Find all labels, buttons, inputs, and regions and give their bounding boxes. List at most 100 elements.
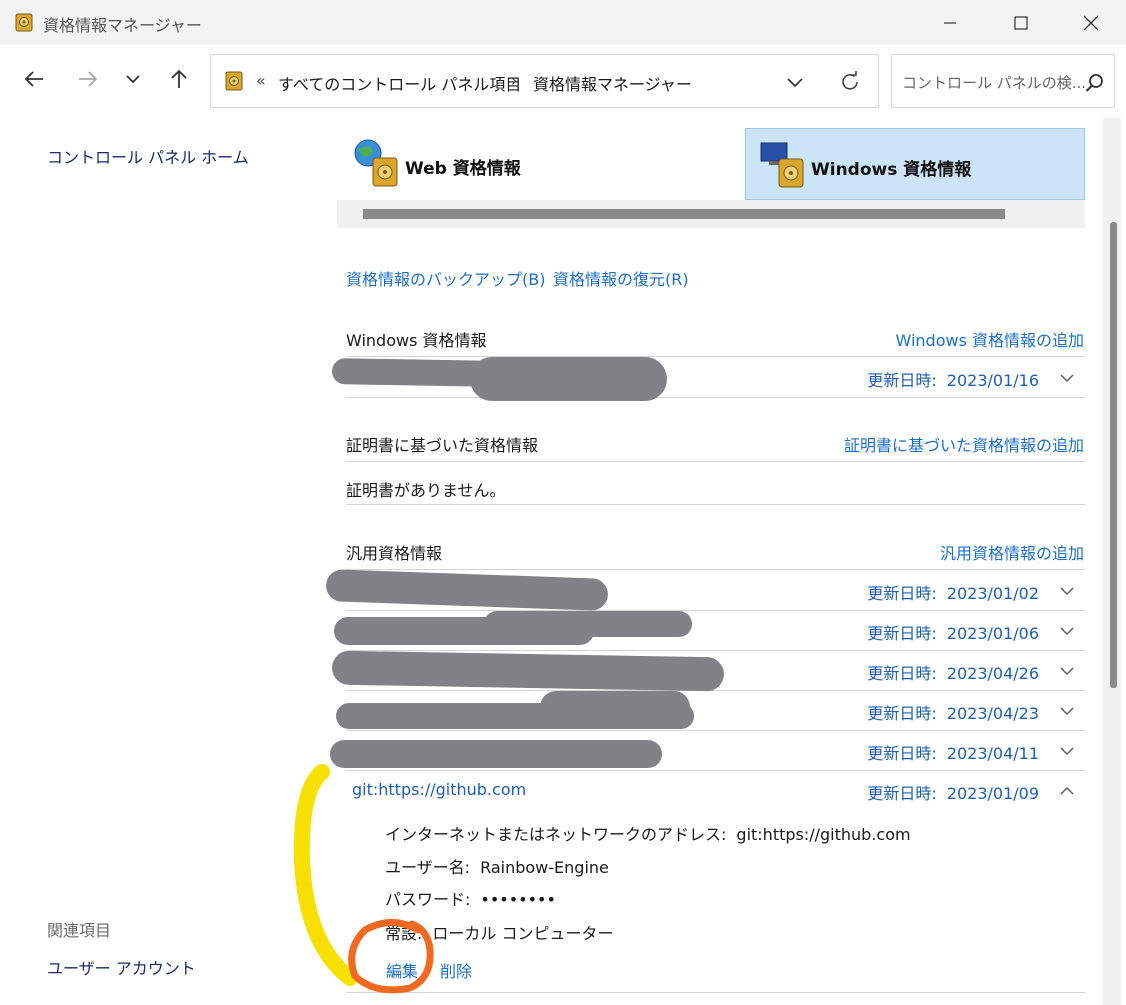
credential-row-github-expanded[interactable]: git:https://github.com 更新日時: 2023/01/09 bbox=[346, 771, 1085, 811]
related-items-heading: 関連項目 bbox=[47, 921, 112, 940]
detail-address: インターネットまたはネットワークのアドレス: git:https://github… bbox=[385, 821, 911, 845]
updated-label: 更新日時: bbox=[867, 624, 937, 643]
detail-persistence: 常設: ローカル コンピューター bbox=[385, 920, 614, 944]
updated-label: 更新日時: bbox=[867, 371, 937, 390]
updated-label: 更新日時: bbox=[867, 584, 937, 603]
restore-credentials-link[interactable]: 資格情報の復元(R) bbox=[553, 266, 689, 290]
divider bbox=[346, 504, 1085, 505]
windows-credential-icon bbox=[760, 142, 804, 188]
arrow-up-icon bbox=[171, 69, 187, 88]
minimize-button[interactable] bbox=[915, 0, 985, 45]
divider bbox=[346, 461, 1085, 462]
arrow-right-icon bbox=[79, 71, 98, 87]
back-button[interactable] bbox=[18, 63, 50, 95]
yellow-highlight-bracket bbox=[293, 764, 358, 986]
updated-date: 2023/04/11 bbox=[946, 744, 1039, 763]
search-icon[interactable] bbox=[1085, 73, 1105, 93]
updated-date: 2023/01/16 bbox=[946, 371, 1039, 390]
recent-locations-button[interactable] bbox=[117, 63, 149, 95]
updated-date: 2023/01/02 bbox=[946, 584, 1039, 603]
chevron-up-icon[interactable] bbox=[1059, 783, 1075, 799]
tab-web-credentials-label: Web 資格情報 bbox=[405, 159, 521, 179]
certificate-credentials-heading: 証明書に基づいた資格情報 bbox=[346, 436, 539, 455]
backup-credentials-link[interactable]: 資格情報のバックアップ(B) bbox=[346, 266, 545, 290]
chevron-down-icon[interactable] bbox=[1059, 583, 1075, 599]
tab-web-credentials[interactable]: Web 資格情報 bbox=[337, 128, 742, 200]
close-icon bbox=[1083, 15, 1099, 30]
credential-updated: 更新日時: 2023/04/23 bbox=[867, 700, 1039, 724]
detail-password-value: •••••••• bbox=[480, 890, 556, 909]
breadcrumb-credential-manager[interactable]: 資格情報マネージャー bbox=[533, 71, 692, 95]
updated-date: 2023/04/23 bbox=[946, 704, 1039, 723]
divider bbox=[346, 569, 1085, 570]
redaction-mark bbox=[484, 611, 692, 637]
credential-vault-icon bbox=[225, 71, 243, 91]
redaction-mark bbox=[470, 357, 667, 401]
detail-password-label: パスワード: bbox=[385, 890, 471, 909]
updated-label: 更新日時: bbox=[867, 744, 937, 763]
updated-label: 更新日時: bbox=[867, 704, 937, 723]
credential-updated: 更新日時: 2023/04/11 bbox=[867, 740, 1039, 764]
minimize-icon bbox=[944, 21, 956, 24]
breadcrumb-overflow[interactable]: « bbox=[256, 71, 266, 90]
forward-button[interactable] bbox=[72, 63, 104, 95]
search-placeholder: コントロール パネルの検... bbox=[902, 74, 1087, 92]
scrollbar-thumb[interactable] bbox=[1110, 222, 1117, 688]
maximize-button[interactable] bbox=[986, 0, 1056, 45]
detail-password: パスワード: •••••••• bbox=[385, 886, 556, 910]
chevron-down-icon[interactable] bbox=[1059, 663, 1075, 679]
detail-username-value: Rainbow-Engine bbox=[480, 858, 609, 877]
credential-name: git:https://github.com bbox=[352, 780, 527, 799]
refresh-icon[interactable] bbox=[837, 69, 863, 95]
generic-credentials-heading: 汎用資格情報 bbox=[346, 544, 443, 563]
redaction-mark bbox=[540, 691, 690, 723]
chevron-down-icon[interactable] bbox=[783, 70, 807, 94]
tab-description-strip bbox=[337, 200, 1085, 228]
chevron-down-icon bbox=[126, 75, 140, 84]
detail-address-label: インターネットまたはネットワークのアドレス: bbox=[385, 825, 727, 844]
control-panel-home-link[interactable]: コントロール パネル ホーム bbox=[47, 144, 249, 168]
detail-address-value: git:https://github.com bbox=[736, 825, 911, 844]
credential-vault-icon bbox=[15, 13, 33, 32]
window-title: 資格情報マネージャー bbox=[43, 16, 202, 35]
maximize-icon bbox=[1014, 15, 1028, 30]
no-certificates-message: 証明書がありません。 bbox=[346, 481, 506, 500]
tab-windows-credentials[interactable]: Windows 資格情報 bbox=[745, 128, 1085, 200]
redaction-mark bbox=[331, 650, 725, 692]
detail-username: ユーザー名: Rainbow-Engine bbox=[385, 854, 609, 878]
credential-updated: 更新日時: 2023/01/16 bbox=[867, 367, 1039, 391]
user-accounts-link[interactable]: ユーザー アカウント bbox=[47, 955, 196, 979]
detail-username-label: ユーザー名: bbox=[385, 858, 471, 877]
updated-label: 更新日時: bbox=[867, 664, 937, 683]
delete-credential-link[interactable]: 削除 bbox=[440, 958, 472, 982]
add-windows-credential-link[interactable]: Windows 資格情報の追加 bbox=[895, 327, 1084, 351]
credential-updated: 更新日時: 2023/01/09 bbox=[867, 780, 1039, 804]
divider bbox=[346, 992, 1085, 993]
address-toolbar: « すべてのコントロール パネル項目 › 資格情報マネージャー コントロール パ… bbox=[0, 45, 1126, 115]
updated-label: 更新日時: bbox=[867, 784, 937, 803]
chevron-down-icon[interactable] bbox=[1059, 703, 1075, 719]
divider bbox=[346, 356, 1085, 357]
add-generic-credential-link[interactable]: 汎用資格情報の追加 bbox=[940, 540, 1084, 564]
credential-updated: 更新日時: 2023/04/26 bbox=[867, 660, 1039, 684]
redacted-description bbox=[363, 209, 1005, 219]
chevron-down-icon[interactable] bbox=[1059, 623, 1075, 639]
breadcrumb-separator[interactable]: › bbox=[511, 71, 517, 90]
breadcrumb-all-control-panel-items[interactable]: すべてのコントロール パネル項目 bbox=[278, 71, 521, 95]
credential-updated: 更新日時: 2023/01/06 bbox=[867, 620, 1039, 644]
search-input[interactable]: コントロール パネルの検... bbox=[891, 54, 1115, 108]
updated-date: 2023/04/26 bbox=[946, 664, 1039, 683]
tab-windows-credentials-label: Windows 資格情報 bbox=[811, 160, 972, 180]
up-button[interactable] bbox=[163, 63, 195, 95]
windows-credentials-heading: Windows 資格情報 bbox=[346, 331, 487, 350]
updated-date: 2023/01/09 bbox=[946, 784, 1039, 803]
close-button[interactable] bbox=[1056, 0, 1126, 45]
address-bar[interactable]: « すべてのコントロール パネル項目 › 資格情報マネージャー bbox=[210, 54, 879, 108]
arrow-left-icon bbox=[24, 71, 43, 87]
chevron-down-icon[interactable] bbox=[1059, 743, 1075, 759]
chevron-down-icon[interactable] bbox=[1059, 370, 1075, 386]
edit-credential-link[interactable]: 編集 bbox=[386, 958, 418, 982]
web-credential-icon bbox=[354, 139, 398, 187]
add-certificate-credential-link[interactable]: 証明書に基づいた資格情報の追加 bbox=[844, 432, 1084, 456]
redaction-mark bbox=[330, 740, 662, 768]
